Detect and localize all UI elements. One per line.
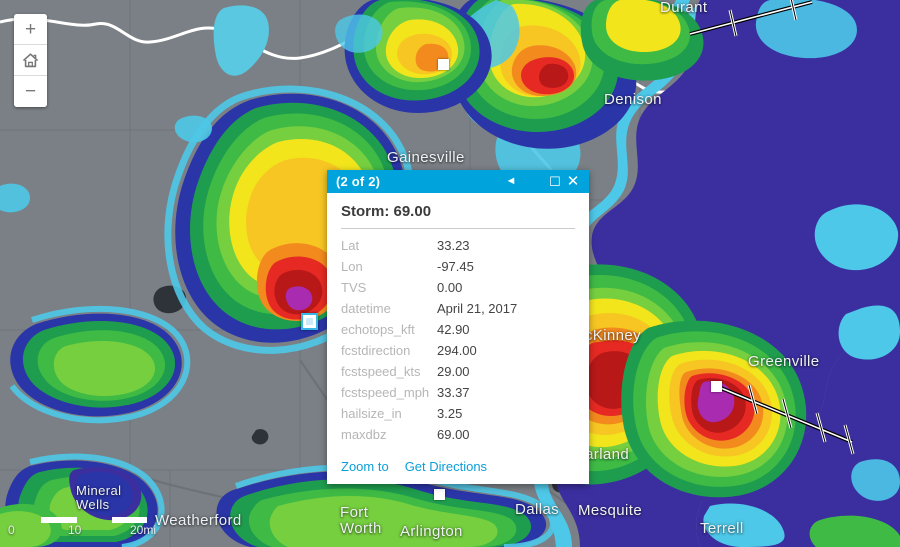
scale-tick-label: 0 <box>8 523 15 537</box>
zoom-to-link[interactable]: Zoom to <box>341 459 389 474</box>
attribute-value: -97.45 <box>437 259 474 274</box>
maximize-icon[interactable]: ☐ <box>546 172 564 192</box>
plus-icon: + <box>24 18 37 40</box>
city-label: Mineral Wells <box>76 483 122 512</box>
minus-icon: − <box>24 81 37 102</box>
popup-actions: Zoom to Get Directions <box>327 445 589 484</box>
attribute-row: TVS 0.00 <box>341 277 575 298</box>
popup-divider <box>341 228 575 229</box>
city-label: Mesquite <box>578 502 643 519</box>
city-label: Weatherford <box>155 512 242 529</box>
get-directions-link[interactable]: Get Directions <box>405 459 487 474</box>
zoom-in-button[interactable]: + <box>14 14 47 45</box>
map-viewer-app: Durant Denison Gainesville McKinney Greenvil… <box>0 0 900 547</box>
attribute-row: hailsize_in 3.25 <box>341 403 575 424</box>
storm-info-popup[interactable]: (2 of 2) ◄ ☐ ✕ Storm: 69.00 Lat 33.23 Lon -… <box>327 170 589 484</box>
attribute-row: maxdbz 69.00 <box>341 424 575 445</box>
previous-feature-icon[interactable]: ◄ <box>502 172 520 192</box>
attribute-row: echotops_kft 42.90 <box>341 319 575 340</box>
map-navigation-controls[interactable]: + − <box>14 14 47 107</box>
attribute-table: Lat 33.23 Lon -97.45 TVS 0.00 datetime April 21… <box>341 235 575 445</box>
home-button[interactable] <box>14 45 47 76</box>
popup-feature-count: (2 of 2) <box>336 174 381 189</box>
attribute-value: April 21, 2017 <box>437 301 518 316</box>
home-icon <box>22 52 39 67</box>
attribute-value: 69.00 <box>437 427 470 442</box>
attribute-key: Lat <box>341 238 360 253</box>
close-icon[interactable]: ✕ <box>564 172 582 192</box>
city-label: Dallas <box>515 501 560 518</box>
attribute-key: fcstdirection <box>341 343 411 358</box>
attribute-value: 42.90 <box>437 322 470 337</box>
attribute-value: 294.00 <box>437 343 477 358</box>
city-label: Gainesville <box>387 149 465 166</box>
city-label: Durant <box>660 0 708 16</box>
scale-bar-labels: 0 10 20mi <box>6 523 156 539</box>
attribute-row: fcstspeed_mph 33.37 <box>341 382 575 403</box>
attribute-row: fcstspeed_kts 29.00 <box>341 361 575 382</box>
attribute-value: 3.25 <box>437 406 463 421</box>
attribute-key: Lon <box>341 259 363 274</box>
popup-title-bar: (2 of 2) ◄ ☐ ✕ <box>327 170 589 193</box>
attribute-key: TVS <box>341 280 367 295</box>
attribute-row: Lon -97.45 <box>341 256 575 277</box>
attribute-row: Lat 33.23 <box>341 235 575 256</box>
scale-tick-label: 20mi <box>130 523 157 537</box>
attribute-key: fcstspeed_mph <box>341 385 430 400</box>
attribute-value: 0.00 <box>437 280 463 295</box>
city-label: Terrell <box>700 520 744 537</box>
popup-heading: Storm: 69.00 <box>341 203 432 220</box>
scale-bar: 0 10 20mi <box>6 509 156 539</box>
attribute-key: datetime <box>341 301 391 316</box>
attribute-value: 33.23 <box>437 238 470 253</box>
attribute-value: 29.00 <box>437 364 470 379</box>
attribute-value: 33.37 <box>437 385 470 400</box>
attribute-key: hailsize_in <box>341 406 402 421</box>
attribute-row: datetime April 21, 2017 <box>341 298 575 319</box>
attribute-key: echotops_kft <box>341 322 415 337</box>
city-label: Greenville <box>748 353 820 370</box>
attribute-row: fcstdirection 294.00 <box>341 340 575 361</box>
city-label: Denison <box>604 91 662 108</box>
scale-tick-label: 10 <box>68 523 82 537</box>
city-label: Fort Worth <box>340 504 382 537</box>
city-label: Arlington <box>400 523 463 540</box>
popup-body: Storm: 69.00 Lat 33.23 Lon -97.45 TVS 0.00 dat… <box>327 193 589 445</box>
attribute-key: maxdbz <box>341 427 387 442</box>
attribute-key: fcstspeed_kts <box>341 364 421 379</box>
zoom-out-button[interactable]: − <box>14 76 47 107</box>
